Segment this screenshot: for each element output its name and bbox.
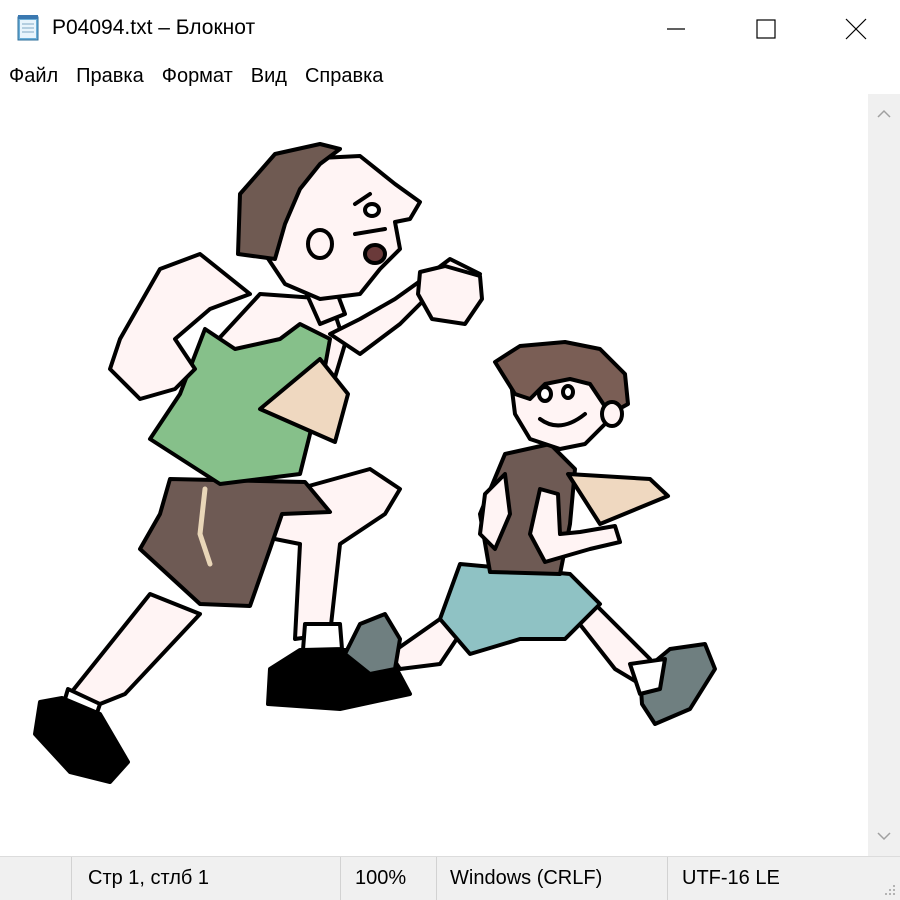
- menu-edit[interactable]: Правка: [67, 65, 152, 88]
- status-separator: [667, 857, 668, 900]
- minimize-button[interactable]: [631, 0, 721, 58]
- status-line-endings: Windows (CRLF): [450, 867, 603, 889]
- notepad-icon: [17, 15, 39, 41]
- chevron-down-icon[interactable]: [876, 828, 892, 844]
- resize-grip-icon[interactable]: [882, 882, 896, 896]
- man-back-shoe: [33, 696, 130, 784]
- boy-bib: [566, 472, 670, 526]
- menu-view[interactable]: Вид: [242, 65, 295, 88]
- menu-file[interactable]: Файл: [0, 65, 66, 88]
- status-separator: [340, 857, 341, 900]
- status-bar: Стр 1, стлб 1 100% Windows (CRLF) UTF-16…: [0, 856, 900, 900]
- status-separator: [71, 857, 72, 900]
- status-cursor-position: Стр 1, стлб 1: [88, 867, 210, 889]
- maximize-button[interactable]: [721, 0, 811, 58]
- chevron-up-icon[interactable]: [876, 106, 892, 122]
- status-zoom: 100%: [355, 867, 407, 889]
- ascii-art-runners: [33, 142, 717, 784]
- close-button[interactable]: [811, 0, 900, 58]
- text-editor-area[interactable]: [0, 94, 868, 856]
- menu-bar: Файл Правка Формат Вид Справка: [0, 58, 900, 94]
- window-title: P04094.txt – Блокнот: [52, 16, 256, 39]
- menu-help[interactable]: Справка: [296, 65, 391, 88]
- menu-format[interactable]: Формат: [153, 65, 241, 88]
- title-bar[interactable]: P04094.txt – Блокнот: [0, 0, 900, 58]
- minimize-icon: [667, 28, 685, 30]
- close-icon: [845, 18, 867, 40]
- boy-runner: [343, 340, 717, 726]
- man-fist: [416, 264, 484, 326]
- vertical-scrollbar[interactable]: [868, 94, 900, 856]
- status-separator: [436, 857, 437, 900]
- maximize-icon: [756, 19, 776, 39]
- man-back-leg: [68, 592, 202, 708]
- status-encoding: UTF-16 LE: [682, 867, 780, 889]
- man-front-sock: [301, 622, 344, 652]
- man-runner: [33, 142, 484, 784]
- boy-shorts: [438, 562, 602, 656]
